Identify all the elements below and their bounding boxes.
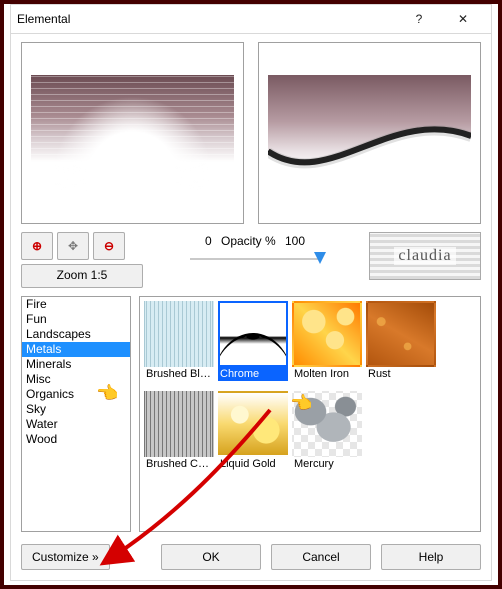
opacity-label: Opacity % xyxy=(221,234,276,248)
close-button[interactable]: ✕ xyxy=(441,5,485,33)
preset-label: Mercury xyxy=(292,457,362,471)
category-sky[interactable]: Sky xyxy=(22,402,130,417)
preset-thumb xyxy=(218,301,288,367)
category-water[interactable]: Water xyxy=(22,417,130,432)
category-fire[interactable]: Fire xyxy=(22,297,130,312)
preset-brushed-blu-[interactable]: Brushed Blu... xyxy=(144,301,214,387)
preset-label: Chrome xyxy=(218,367,288,381)
preset-label: Brushed Blu... xyxy=(144,367,214,381)
opacity-max: 100 xyxy=(285,234,305,248)
opacity-control: 0 Opacity % 100 xyxy=(151,234,359,266)
help-button[interactable]: ? xyxy=(397,5,441,33)
zoom-in-icon: ⊕ xyxy=(32,239,42,253)
category-fun[interactable]: Fun xyxy=(22,312,130,327)
zoom-in-button[interactable]: ⊕ xyxy=(21,232,53,260)
category-minerals[interactable]: Minerals xyxy=(22,357,130,372)
brand-logo: claudia xyxy=(369,232,481,280)
titlebar: Elemental ? ✕ xyxy=(11,5,491,34)
zoom-out-icon: ⊖ xyxy=(104,239,114,253)
preset-thumb xyxy=(144,391,214,457)
dialog-elemental: Elemental ? ✕ xyxy=(10,4,492,581)
zoom-level-button[interactable]: Zoom 1:5 xyxy=(21,264,143,288)
category-wood[interactable]: Wood xyxy=(22,432,130,447)
customize-button[interactable]: Customize » xyxy=(21,544,110,570)
preset-label: Liquid Gold xyxy=(218,457,288,471)
pointer-icon: 👈 xyxy=(96,383,118,404)
preset-thumb xyxy=(292,301,362,367)
preview-before xyxy=(21,42,244,224)
opacity-thumb[interactable] xyxy=(314,252,326,264)
help-button-footer[interactable]: Help xyxy=(381,544,481,570)
preset-thumb xyxy=(218,391,288,457)
preset-label: Rust xyxy=(366,367,436,381)
zoom-out-button[interactable]: ⊖ xyxy=(93,232,125,260)
preset-chrome[interactable]: Chrome xyxy=(218,301,288,387)
cancel-button[interactable]: Cancel xyxy=(271,544,371,570)
opacity-min: 0 xyxy=(205,234,212,248)
preset-brushed-col-[interactable]: Brushed Col... xyxy=(144,391,214,477)
preset-rust[interactable]: Rust xyxy=(366,301,436,387)
preset-molten-iron[interactable]: Molten Iron xyxy=(292,301,362,387)
preview-after xyxy=(258,42,481,224)
preset-liquid-gold[interactable]: Liquid Gold xyxy=(218,391,288,477)
preset-label: Molten Iron xyxy=(292,367,362,381)
close-icon: ✕ xyxy=(458,12,468,26)
preset-thumb xyxy=(366,301,436,367)
preset-grid[interactable]: Brushed Blu... Chrome Molten Iron Rust Brush… xyxy=(139,296,481,532)
category-list[interactable]: FireFunLandscapesMetalsMineralsMiscOrgan… xyxy=(21,296,131,532)
pan-icon: ✥ xyxy=(68,239,78,253)
opacity-slider[interactable] xyxy=(190,252,320,266)
pointer-icon: 👈 xyxy=(290,393,312,414)
category-landscapes[interactable]: Landscapes xyxy=(22,327,130,342)
ok-button[interactable]: OK xyxy=(161,544,261,570)
preset-thumb xyxy=(144,301,214,367)
preset-label: Brushed Col... xyxy=(144,457,214,471)
help-icon: ? xyxy=(416,12,423,26)
category-metals[interactable]: Metals xyxy=(22,342,130,357)
pan-button[interactable]: ✥ xyxy=(57,232,89,260)
window-title: Elemental xyxy=(17,12,397,26)
